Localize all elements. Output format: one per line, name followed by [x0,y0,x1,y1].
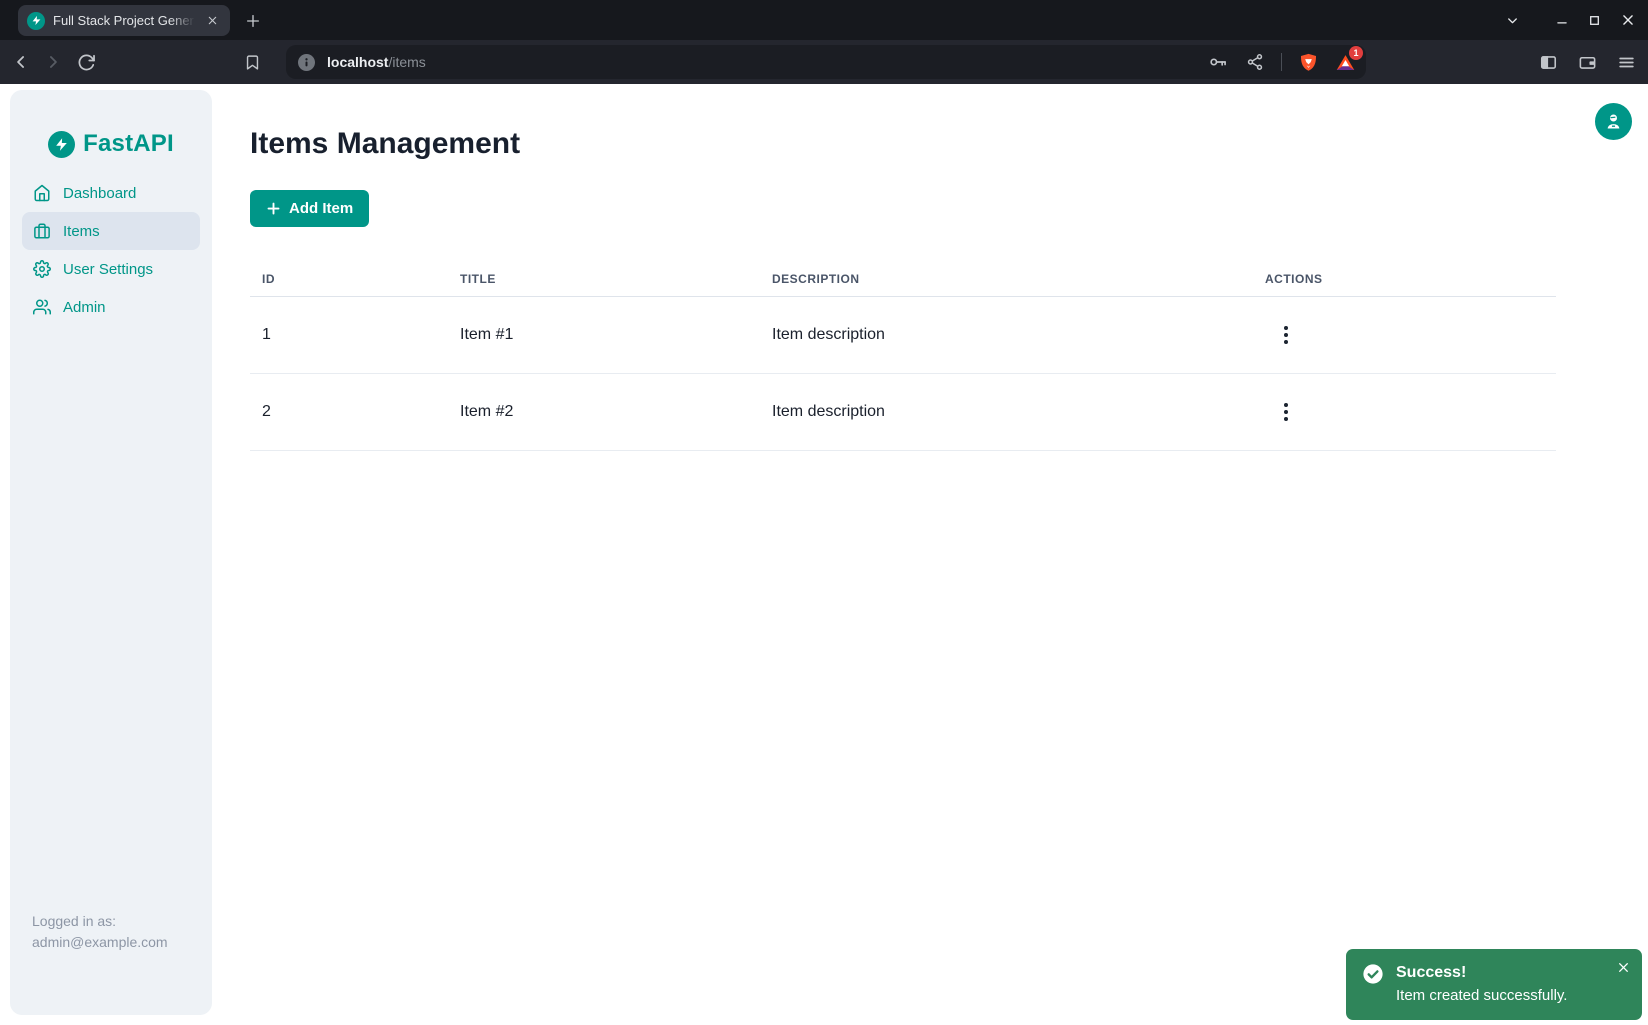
browser-toolbar: localhost/items 1 [0,40,1648,84]
window-controls [1496,0,1644,40]
toolbar-right-group [1536,50,1638,74]
tab-search-chevron-icon[interactable] [1496,0,1529,40]
sidebar-item-label: Items [63,223,100,240]
items-table-body: 1 Item #1 Item description 2 Item #2 Ite… [250,297,1556,451]
side-panel-icon[interactable] [1536,50,1560,74]
password-key-icon[interactable] [1207,51,1229,73]
bookmark-icon[interactable] [240,50,264,74]
add-item-label: Add Item [289,200,353,217]
site-info-icon[interactable] [298,54,315,71]
browser-tab-bar: Full Stack Project Genera [0,0,1648,40]
logged-in-email: admin@example.com [32,932,168,953]
cell-title: Item #2 [448,374,760,451]
logged-in-info: Logged in as: admin@example.com [32,911,168,953]
briefcase-icon [33,222,51,240]
cell-actions [1253,374,1556,451]
lightning-icon [48,131,75,158]
cell-title: Item #1 [448,297,760,374]
header-row: ID TITLE DESCRIPTION ACTIONS [250,263,1556,297]
cell-actions [1253,297,1556,374]
brand-name: FastAPI [83,130,174,158]
table-row: 2 Item #2 Item description [250,374,1556,451]
toast-text: Success! Item created successfully. [1396,962,1567,1007]
toast-close-icon[interactable] [1614,958,1632,976]
page-title: Items Management [250,128,1556,160]
cell-description: Item description [760,297,1253,374]
fastapi-logo: FastAPI [10,130,212,158]
fastapi-favicon-lightning-icon [27,12,45,30]
rewards-badge: 1 [1349,46,1363,60]
gear-icon [33,260,51,278]
cell-description: Item description [760,374,1253,451]
toast-message: Item created successfully. [1396,984,1567,1007]
success-toast: Success! Item created successfully. [1346,949,1642,1020]
check-circle-icon [1362,963,1384,985]
row-actions-kebab-icon[interactable] [1273,322,1299,348]
items-content: Items Management Add Item ID TITLE DESCR… [250,84,1556,451]
plus-icon [266,201,281,216]
column-header-actions: ACTIONS [1253,263,1556,297]
table-row: 1 Item #1 Item description [250,297,1556,374]
back-icon[interactable] [9,50,33,74]
add-item-button[interactable]: Add Item [250,190,369,227]
browser-tab[interactable]: Full Stack Project Genera [18,5,230,36]
brave-shield-icon[interactable] [1297,51,1319,73]
row-actions-kebab-icon[interactable] [1273,399,1299,425]
toast-title: Success! [1396,962,1567,984]
sidebar-item-label: Dashboard [63,185,136,202]
user-menu-avatar-button[interactable] [1595,103,1632,140]
url-bar[interactable]: localhost/items 1 [286,45,1366,79]
users-icon [33,298,51,316]
menu-hamburger-icon[interactable] [1614,50,1638,74]
sidebar-item-user-settings[interactable]: User Settings [22,250,200,288]
url-host: localhost [327,54,388,70]
cell-id: 2 [250,374,448,451]
window-maximize-icon[interactable] [1578,0,1611,40]
user-astronaut-icon [1603,111,1624,132]
reload-icon[interactable] [74,50,98,74]
wallet-icon[interactable] [1575,50,1599,74]
home-icon [33,184,51,202]
toolbar-divider [1281,53,1282,71]
sidebar-item-label: Admin [63,299,106,316]
sidebar: FastAPI Dashboard Items User Settings Ad… [10,90,212,1015]
forward-icon[interactable] [41,50,65,74]
sidebar-item-items[interactable]: Items [22,212,200,250]
share-icon[interactable] [1244,51,1266,73]
sidebar-nav: Dashboard Items User Settings Admin [22,174,200,326]
sidebar-item-label: User Settings [63,261,153,278]
column-header-description: DESCRIPTION [760,263,1253,297]
sidebar-item-dashboard[interactable]: Dashboard [22,174,200,212]
app-page: FastAPI Dashboard Items User Settings Ad… [0,84,1648,1025]
tab-close-icon[interactable] [203,12,221,30]
window-close-icon[interactable] [1611,0,1644,40]
sidebar-item-admin[interactable]: Admin [22,288,200,326]
url-path: /items [388,54,425,70]
logged-in-label: Logged in as: [32,911,168,932]
tab-title: Full Stack Project Genera [53,13,195,28]
new-tab-button[interactable] [241,9,265,33]
window-minimize-icon[interactable] [1545,0,1578,40]
items-table-head: ID TITLE DESCRIPTION ACTIONS [250,263,1556,297]
column-header-title: TITLE [448,263,760,297]
cell-id: 1 [250,297,448,374]
items-table: ID TITLE DESCRIPTION ACTIONS 1 Item #1 I… [250,263,1556,451]
column-header-id: ID [250,263,448,297]
url-text: localhost/items [327,54,426,70]
